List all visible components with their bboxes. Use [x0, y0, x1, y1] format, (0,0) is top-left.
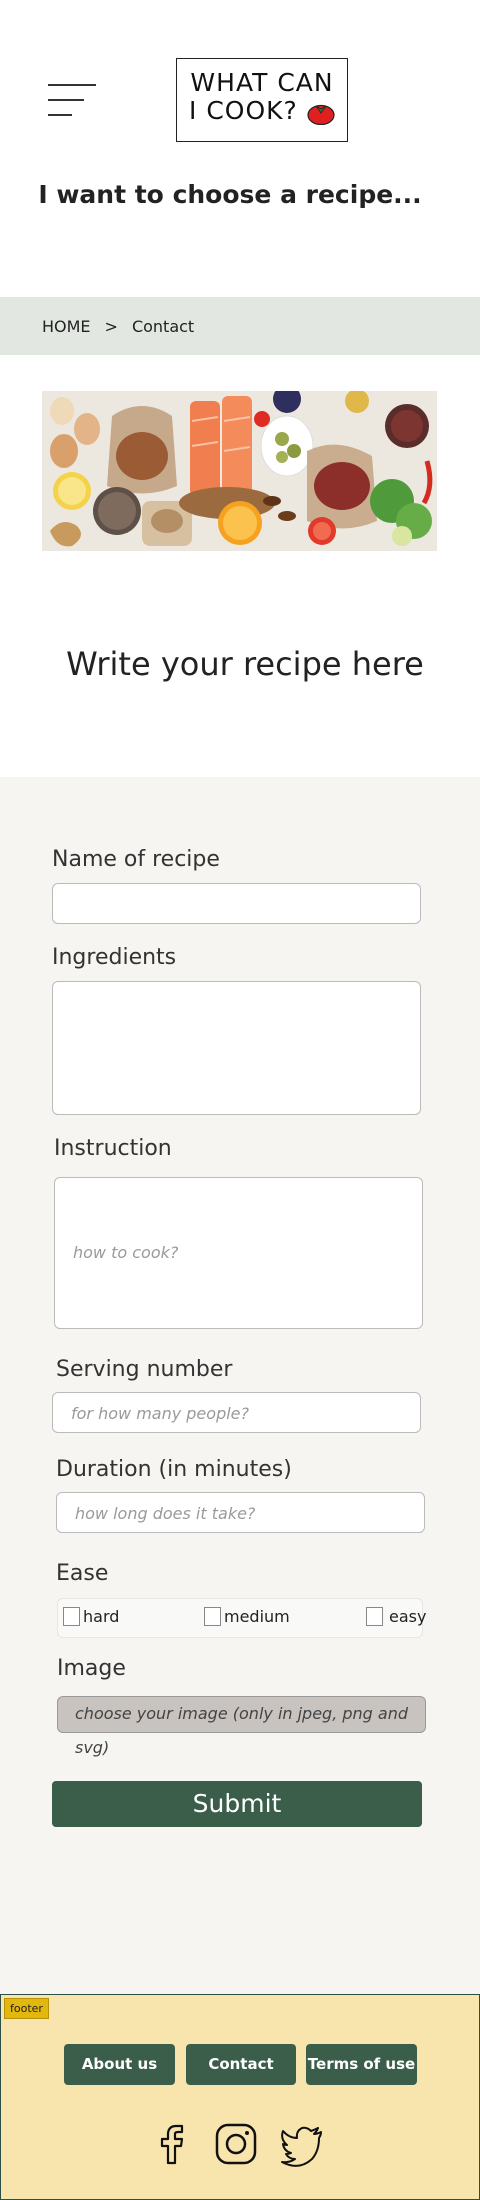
duration-placeholder: how long does it take? [75, 1504, 256, 1523]
hamburger-menu-icon[interactable] [48, 84, 96, 118]
serving-placeholder: for how many people? [71, 1404, 249, 1423]
about-us-button[interactable]: About us [64, 2044, 175, 2085]
instruction-placeholder: how to cook? [73, 1243, 179, 1262]
facebook-icon[interactable] [149, 2121, 195, 2167]
duration-label: Duration (in minutes) [56, 1457, 292, 1482]
ease-option-hard[interactable]: hard [63, 1607, 119, 1626]
recipe-name-input[interactable] [52, 883, 421, 924]
terms-of-use-button[interactable]: Terms of use [306, 2044, 417, 2085]
image-label: Image [57, 1656, 126, 1681]
footer: footer About us Contact Terms of use [0, 1994, 480, 2200]
breadcrumb-home-link[interactable]: HOME [42, 317, 91, 336]
site-logo[interactable]: WHAT CAN I COOK? [176, 58, 348, 142]
instruction-label: Instruction [54, 1136, 172, 1161]
contact-button[interactable]: Contact [186, 2044, 296, 2085]
ease-options: hard medium easy [57, 1598, 426, 1638]
instruction-textarea[interactable]: how to cook? [54, 1177, 423, 1329]
breadcrumb: HOME > Contact [0, 297, 480, 355]
logo-line-1: WHAT CAN [190, 68, 334, 97]
twitter-icon[interactable] [279, 2121, 325, 2167]
submit-button[interactable]: Submit [52, 1781, 422, 1827]
ease-option-easy[interactable]: easy [366, 1607, 426, 1626]
footer-tag: footer [4, 1998, 49, 2019]
ease-label: Ease [56, 1561, 109, 1586]
easy-checkbox[interactable] [366, 1607, 383, 1626]
ease-option-label: hard [83, 1607, 120, 1626]
image-file-input[interactable]: choose your image (only in jpeg, png and… [57, 1696, 426, 1757]
name-label: Name of recipe [52, 847, 220, 872]
food-ingredients-banner [42, 391, 437, 551]
ingredients-textarea[interactable] [52, 981, 421, 1115]
tomato-icon [307, 104, 335, 125]
serving-label: Serving number [56, 1357, 233, 1382]
instagram-icon[interactable] [213, 2121, 259, 2167]
medium-checkbox[interactable] [204, 1607, 221, 1626]
breadcrumb-current: Contact [131, 316, 195, 336]
ease-option-label: easy [389, 1607, 427, 1626]
ingredients-label: Ingredients [52, 945, 177, 970]
breadcrumb-separator: > [104, 316, 118, 336]
ease-option-medium[interactable]: medium [204, 1607, 290, 1626]
section-title: Write your recipe here [66, 645, 424, 683]
serving-number-input[interactable]: for how many people? [52, 1392, 421, 1433]
hard-checkbox[interactable] [63, 1607, 80, 1626]
ease-option-label: medium [224, 1607, 290, 1626]
page-tagline: I want to choose a recipe... [38, 180, 422, 209]
header: WHAT CAN I COOK? I want to choose a reci… [0, 0, 480, 280]
duration-input[interactable]: how long does it take? [56, 1492, 425, 1533]
